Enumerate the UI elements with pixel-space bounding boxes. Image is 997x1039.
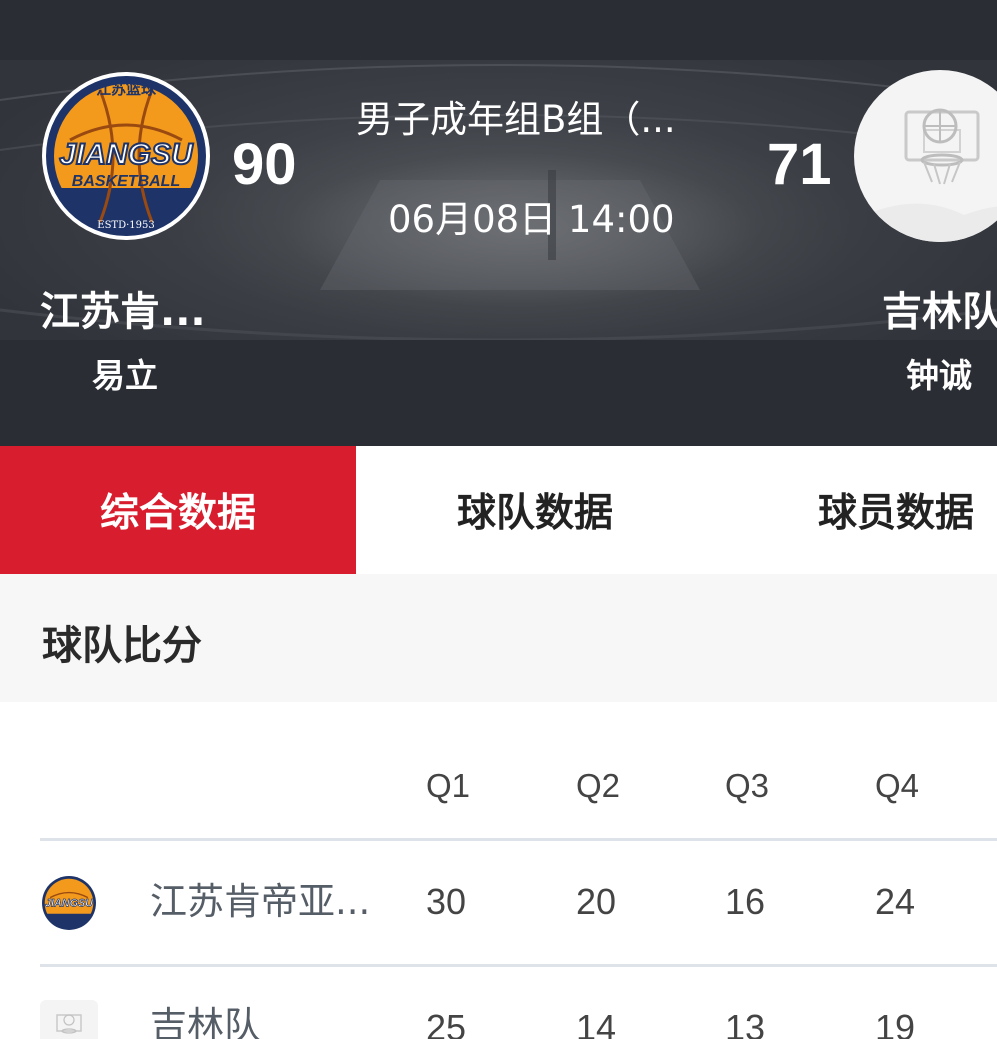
tab-team-stats[interactable]: 球队数据 <box>356 446 714 574</box>
table-header-q1: Q1 <box>426 767 471 804</box>
home-coach-name: 易立 <box>92 356 158 395</box>
table-header-q2: Q2 <box>576 767 621 804</box>
table-cell-score: 14 <box>576 1007 617 1039</box>
table-cell-score: 25 <box>426 1007 467 1039</box>
tab-player-stats[interactable]: 球员数据 <box>714 446 997 574</box>
logo-main-text: JIANGSU <box>59 138 194 171</box>
table-cell-score: 19 <box>875 1007 916 1039</box>
match-time: 06月08日 14:00 <box>388 198 675 241</box>
home-team-row-logo: JIANGSU <box>40 874 98 932</box>
table-cell-score: 16 <box>725 881 766 922</box>
table-divider <box>40 838 997 841</box>
quarter-score-table <box>0 702 997 1039</box>
away-team-name: 吉林队 <box>882 289 997 335</box>
match-header: 江苏篮球 JIANGSU BASKETBALL ESTD·1953 90 男子成… <box>0 0 997 446</box>
table-cell-score: 30 <box>426 881 467 922</box>
section-title: 球队比分 <box>42 623 202 669</box>
home-team-logo: 江苏篮球 JIANGSU BASKETBALL ESTD·1953 <box>42 72 210 240</box>
logo-sub-text: BASKETBALL <box>72 173 180 190</box>
tab-overview-stats[interactable]: 综合数据 <box>0 446 356 574</box>
away-team-row-logo <box>40 1000 98 1039</box>
svg-text:JIANGSU: JIANGSU <box>45 897 93 909</box>
table-row-team-name: 江苏肯帝亚... <box>150 880 371 923</box>
match-title: 男子成年组B组（... <box>356 98 676 141</box>
table-cell-score: 13 <box>725 1007 766 1039</box>
home-team-name: 江苏肯... <box>40 289 206 335</box>
table-row-team-name: 吉林队 <box>150 1004 261 1039</box>
logo-top-text: 江苏篮球 <box>96 80 157 98</box>
away-score: 71 <box>767 132 832 197</box>
table-cell-score: 20 <box>576 881 617 922</box>
home-score: 90 <box>232 132 297 197</box>
table-header-q3: Q3 <box>725 767 770 804</box>
table-cell-score: 24 <box>875 881 916 922</box>
table-divider <box>40 964 997 967</box>
table-header-q4: Q4 <box>875 767 920 804</box>
logo-estd-text: ESTD·1953 <box>97 220 154 231</box>
away-coach-name: 钟诚 <box>906 356 972 395</box>
stats-tab-bar: 综合数据 球队数据 球员数据 <box>0 446 997 574</box>
